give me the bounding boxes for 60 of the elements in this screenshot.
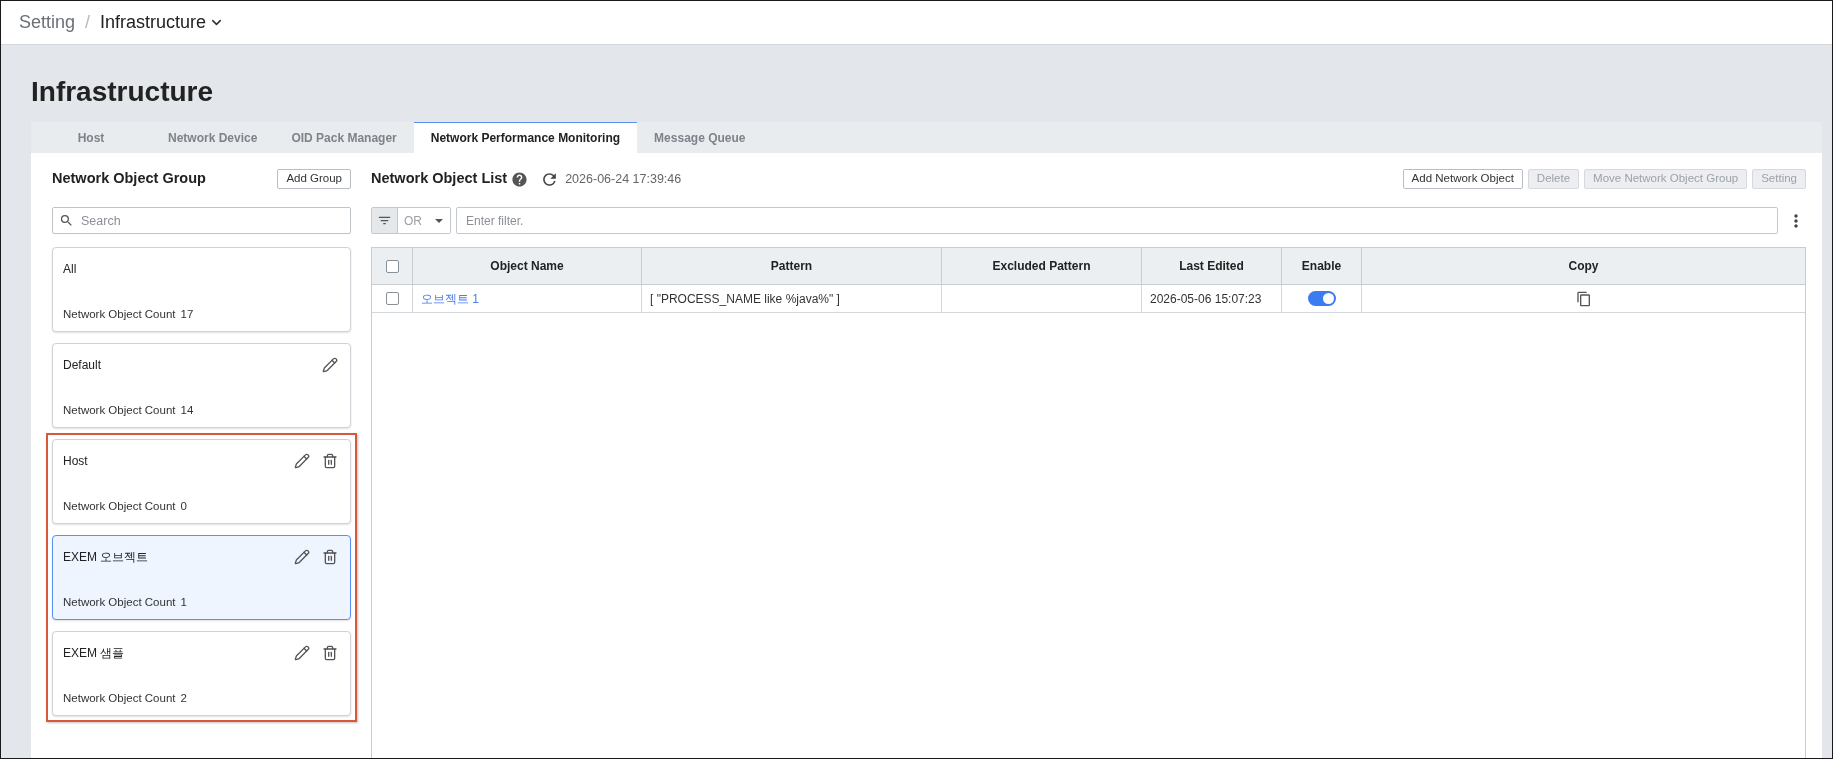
search-field[interactable]: Search [52, 207, 351, 234]
edit-icon[interactable] [294, 549, 310, 565]
tab[interactable]: Host [31, 122, 151, 153]
enable-toggle[interactable] [1307, 291, 1336, 306]
breadcrumb-dropdown[interactable]: Infrastructure [100, 9, 225, 36]
edit-icon[interactable] [294, 645, 310, 661]
search-icon [59, 213, 74, 228]
delete-icon[interactable] [322, 645, 338, 661]
column-header: Pattern [770, 258, 813, 275]
count-label: Network Object Count [63, 594, 176, 610]
group-name: All [63, 261, 77, 278]
table-cell-text: 2026-05-06 15:07:23 [1150, 290, 1262, 308]
count-value: 0 [180, 498, 187, 514]
group-name: EXEM 오브젝트 [63, 549, 149, 566]
panel-title: Network Object List [371, 169, 508, 189]
breadcrumb-separator: / [85, 11, 91, 34]
group-card[interactable]: EXEM 샘플 Network Object Count 2 [52, 631, 351, 716]
table-cell-text: [ "PROCESS_NAME like %java%" ] [650, 290, 840, 308]
toolbar-button[interactable]: Add Network Object [1402, 169, 1523, 189]
add-group-button[interactable]: Add Group [277, 169, 351, 189]
checkbox[interactable] [385, 259, 399, 273]
column-header: Enable [1301, 258, 1342, 275]
tab[interactable]: Network Device [151, 122, 275, 153]
group-name: Default [63, 357, 102, 374]
group-card[interactable]: Default Network Object Count 14 [52, 343, 351, 428]
group-card[interactable]: Host Network Object Count 0 [52, 439, 351, 524]
edit-icon[interactable] [322, 357, 338, 373]
count-value: 17 [180, 306, 194, 322]
filter-input[interactable]: Enter filter. [456, 207, 1778, 234]
count-value: 2 [180, 690, 187, 706]
checkbox[interactable] [385, 292, 399, 305]
breadcrumb-link[interactable]: Setting [19, 9, 76, 36]
group-name: Host [63, 453, 88, 470]
count-label: Network Object Count [63, 690, 176, 706]
delete-icon[interactable] [322, 453, 338, 469]
object-name-link[interactable]: 오브젝트 1 [421, 289, 479, 308]
page-title: Infrastructure [31, 75, 215, 109]
tab[interactable]: Network Performance Monitoring [413, 122, 638, 153]
edit-icon[interactable] [294, 453, 310, 469]
panel-title: Network Object Group [52, 169, 206, 189]
group-card[interactable]: EXEM 오브젝트 Network Object Count 1 [52, 535, 351, 620]
group-card[interactable]: All Network Object Count 17 [52, 247, 351, 332]
tab[interactable]: Message Queue [637, 122, 763, 153]
count-label: Network Object Count [63, 402, 176, 418]
copy-icon[interactable] [1575, 290, 1592, 307]
column-header: Copy [1568, 258, 1599, 275]
count-label: Network Object Count [63, 306, 176, 322]
column-header: Excluded Pattern [992, 258, 1091, 275]
column-header: Last Edited [1179, 258, 1244, 275]
tab[interactable]: OID Pack Manager [274, 122, 414, 153]
caret-icon [435, 218, 443, 223]
delete-icon[interactable] [322, 549, 338, 565]
count-value: 14 [180, 402, 194, 418]
column-header: Object Name [490, 258, 564, 275]
group-name: EXEM 샘플 [63, 645, 125, 662]
count-label: Network Object Count [63, 498, 176, 514]
filter-button[interactable] [372, 208, 398, 233]
help-icon[interactable] [511, 170, 529, 188]
count-value: 1 [180, 594, 187, 610]
timestamp: 2026-06-24 17:39:46 [565, 170, 682, 188]
